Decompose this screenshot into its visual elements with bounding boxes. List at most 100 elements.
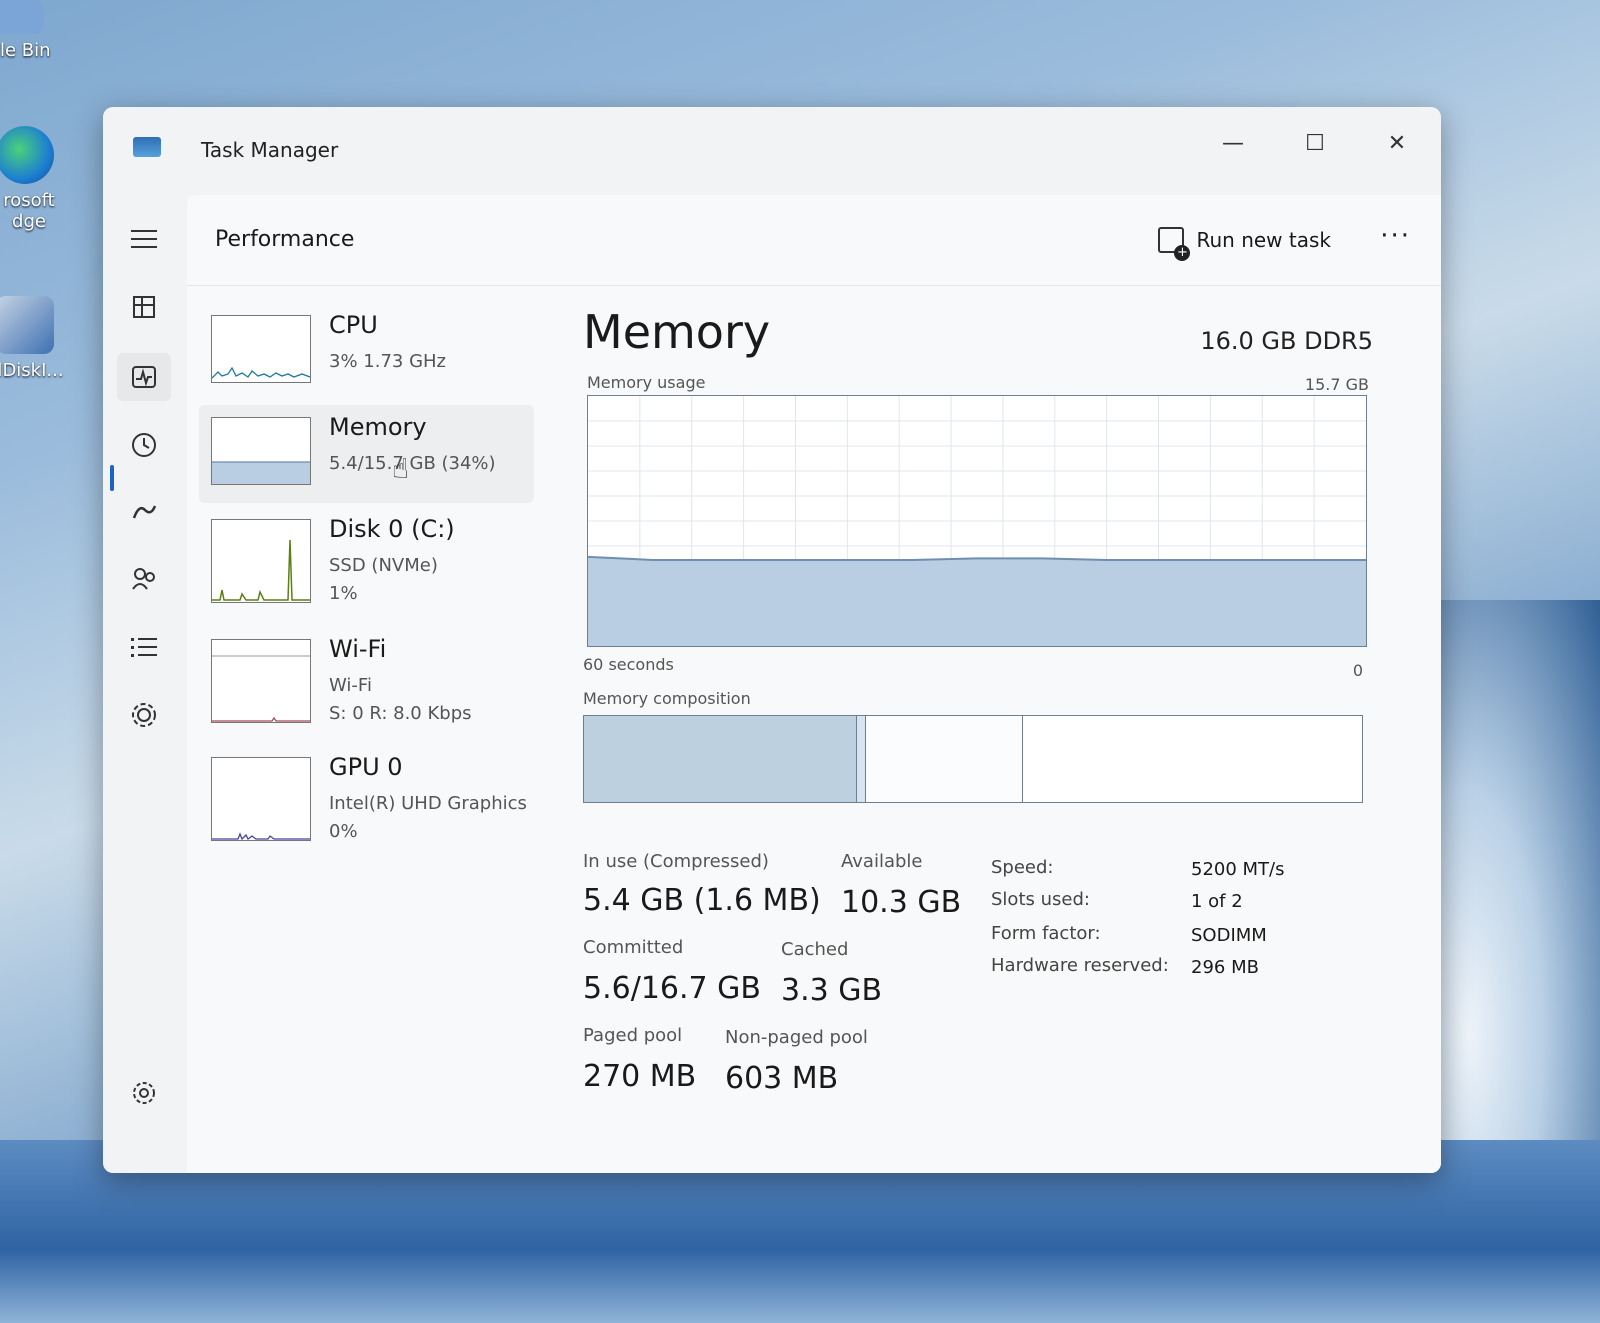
nav-settings[interactable] [117, 1069, 171, 1117]
form-factor-value: SODIMM [1191, 925, 1267, 946]
tile-name: Memory [329, 413, 427, 441]
speed-value: 5200 MT/s [1191, 859, 1285, 880]
startup-icon [132, 505, 157, 519]
in-use-label: In use (Compressed) [583, 851, 769, 872]
nav-processes[interactable] [117, 283, 171, 331]
hamburger-menu-button[interactable] [117, 215, 171, 263]
tile-memory[interactable]: Memory 5.4/15.7 GB (34%) [199, 405, 534, 503]
nav-services[interactable] [117, 691, 171, 739]
available-value: 10.3 GB [841, 885, 962, 920]
nav-performance[interactable] [117, 353, 171, 401]
maximize-button[interactable]: ☐ [1285, 123, 1345, 163]
tile-detail-2: 1% [329, 583, 358, 604]
tile-name: GPU 0 [329, 753, 403, 781]
nav-rail [103, 193, 185, 1173]
graph-time-left: 60 seconds [583, 655, 674, 674]
processes-icon [133, 296, 155, 318]
cached-label: Cached [781, 939, 849, 960]
composition-in-use [584, 716, 858, 802]
memory-spec: 16.0 GB DDR5 [1200, 327, 1373, 355]
run-new-task-label: Run new task [1196, 228, 1331, 252]
content-area: Performance Run new task ··· CPU 3% 1.73… [187, 195, 1441, 1173]
tile-gpu[interactable]: GPU 0 Intel(R) UHD Graphics 0% [199, 745, 534, 843]
command-bar: Performance Run new task ··· [187, 195, 1441, 286]
tile-detail-2: 0% [329, 821, 358, 842]
memory-composition-label: Memory composition [583, 689, 751, 708]
committed-label: Committed [583, 937, 684, 958]
wifi-thumbnail-graph [211, 639, 311, 723]
tile-disk[interactable]: Disk 0 (C:) SSD (NVMe) 1% [199, 507, 534, 605]
paged-pool-label: Paged pool [583, 1025, 683, 1046]
minimize-button[interactable]: — [1203, 123, 1263, 163]
composition-modified [857, 716, 867, 802]
slots-used-value: 1 of 2 [1191, 891, 1243, 912]
run-task-icon [1158, 227, 1191, 261]
menu-icon [131, 230, 157, 248]
speed-label: Speed: [991, 857, 1054, 878]
task-manager-icon [133, 137, 161, 157]
tile-detail: 3% 1.73 GHz [329, 351, 447, 372]
tile-name: Disk 0 (C:) [329, 515, 455, 543]
active-nav-indicator [110, 465, 114, 491]
page-title: Performance [215, 227, 355, 252]
title-bar[interactable]: Task Manager — ☐ ✕ [103, 107, 1441, 193]
memory-usage-max: 15.7 GB [1304, 375, 1369, 394]
hardware-reserved-value: 296 MB [1191, 957, 1259, 978]
details-list-icon [131, 638, 157, 657]
task-manager-window: Task Manager — ☐ ✕ Performance + Run new… [103, 107, 1441, 1173]
hardware-reserved-label: Hardware reserved: [991, 955, 1169, 976]
nonpaged-pool-label: Non-paged pool [725, 1027, 868, 1048]
nav-users[interactable] [117, 555, 171, 603]
desktop-icon-recycle-bin[interactable]: ycle Bin [0, 0, 60, 61]
tile-detail: Intel(R) UHD Graphics [329, 793, 527, 814]
form-factor-label: Form factor: [991, 923, 1101, 944]
tile-wifi[interactable]: Wi-Fi Wi-Fi S: 0 R: 8.0 Kbps [199, 627, 534, 725]
tile-detail-2: S: 0 R: 8.0 Kbps [329, 703, 472, 724]
hand-cursor-icon: ☝ [392, 452, 410, 485]
run-new-task-button[interactable]: Run new task [1158, 221, 1331, 261]
composition-free [1023, 716, 1362, 802]
graph-time-right: 0 [1352, 661, 1363, 680]
cpu-thumbnail-graph [211, 315, 311, 383]
available-label: Available [841, 851, 923, 872]
composition-standby [866, 716, 1023, 802]
history-icon [132, 433, 156, 457]
desktop-icon-edge[interactable]: rosoft dge [0, 126, 70, 232]
tile-name: Wi-Fi [329, 635, 387, 663]
window-title: Task Manager [201, 138, 339, 162]
close-button[interactable]: ✕ [1367, 123, 1427, 163]
in-use-value: 5.4 GB (1.6 MB) [583, 883, 821, 918]
tile-detail: Wi-Fi [329, 675, 372, 696]
performance-icon [132, 366, 156, 388]
crystaldiskinfo-icon [0, 296, 54, 354]
recycle-bin-icon [0, 0, 44, 34]
cached-value: 3.3 GB [781, 973, 883, 1008]
nav-startup-apps[interactable] [117, 487, 171, 535]
edge-icon [0, 126, 54, 184]
nonpaged-pool-value: 603 MB [725, 1061, 839, 1096]
tile-cpu[interactable]: CPU 3% 1.73 GHz [199, 303, 534, 401]
services-icon [132, 703, 156, 727]
nav-app-history[interactable] [117, 421, 171, 469]
tile-detail: SSD (NVMe) [329, 555, 438, 576]
memory-usage-label: Memory usage [587, 373, 706, 392]
paged-pool-value: 270 MB [583, 1059, 697, 1094]
users-icon [132, 568, 155, 590]
memory-usage-graph [587, 395, 1367, 647]
detail-title: Memory [583, 305, 771, 359]
desktop-icon-label: alDiskI... [0, 360, 64, 381]
settings-gear-icon [133, 1082, 155, 1104]
memory-usage-area [588, 556, 1366, 646]
desktop-icon-label: rosoft dge [3, 190, 55, 232]
disk-thumbnail-graph [211, 519, 311, 603]
memory-thumbnail-graph [211, 417, 311, 485]
more-options-button[interactable]: ··· [1380, 221, 1411, 251]
slots-used-label: Slots used: [991, 889, 1090, 910]
tile-detail: 5.4/15.7 GB (34%) [329, 453, 496, 474]
tile-name: CPU [329, 311, 378, 339]
desktop-icon-diskinfo[interactable]: alDiskI... [0, 296, 70, 381]
nav-details[interactable] [117, 623, 171, 671]
memory-detail-panel: Memory 16.0 GB DDR5 Memory usage 15.7 GB… [583, 305, 1373, 1165]
memory-composition-bar [583, 715, 1363, 803]
gpu-thumbnail-graph [211, 757, 311, 841]
